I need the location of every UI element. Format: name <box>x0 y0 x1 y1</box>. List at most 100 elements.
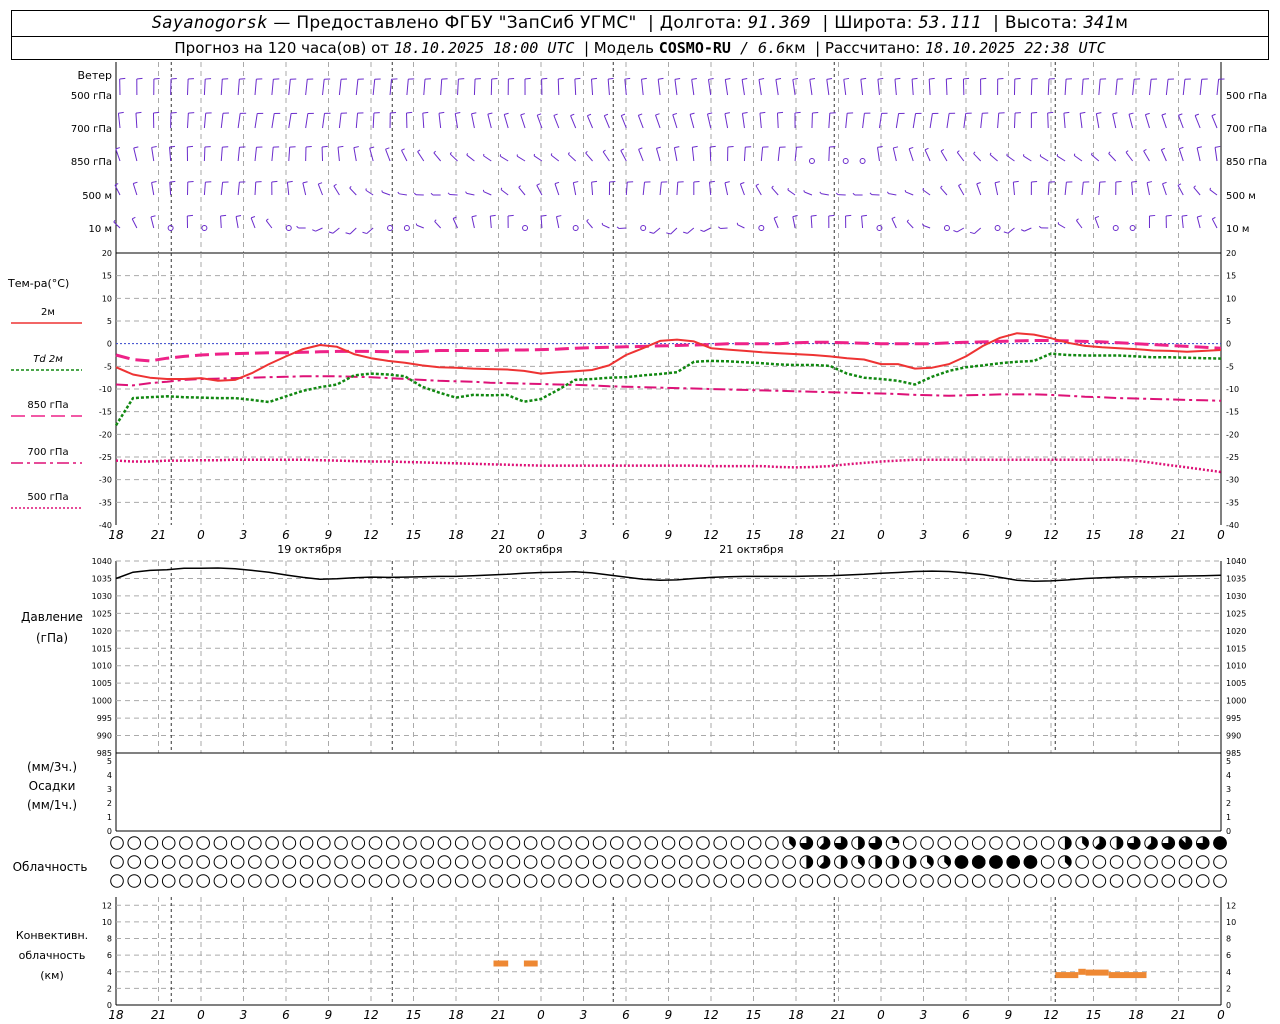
wind-barb-shaft <box>657 79 661 96</box>
wind-barb-flag <box>691 77 697 80</box>
wind-barb-shaft <box>203 147 206 162</box>
wind-barb-shaft <box>553 115 560 129</box>
wind-barb-flag <box>1166 214 1172 217</box>
wind-barb-shaft <box>135 113 138 129</box>
cloud-cover-circle-icon <box>592 874 607 888</box>
cloud-cover-circle-icon <box>127 874 142 888</box>
wind-barb-shaft <box>659 182 662 196</box>
wind-barb-shaft <box>653 227 661 234</box>
cloud-circle <box>747 836 762 850</box>
pressure-tick-label-right: 990 <box>1226 732 1241 741</box>
cloud-cover-circle-icon <box>523 836 538 850</box>
cloud-circle <box>368 874 383 888</box>
wind-barb-shaft <box>843 79 847 96</box>
time-tick-label: 18 <box>788 528 804 542</box>
cloud-circle <box>472 874 486 888</box>
wind-barb-flag <box>809 77 816 80</box>
pressure-tick-label-right: 1030 <box>1226 592 1246 601</box>
cloud-cover-circle-icon <box>127 855 142 869</box>
wind-barb-flag <box>759 111 766 114</box>
wind-barb-shaft <box>466 154 475 162</box>
cloud-panel: Облачность <box>13 836 1227 888</box>
time-tick-label: 21 <box>1171 528 1186 542</box>
cloud-circle <box>1109 855 1124 869</box>
wind-barb-shaft <box>792 79 796 96</box>
cloud-cover-circle-icon <box>678 855 693 869</box>
cloud-cover-circle-icon <box>558 836 572 850</box>
wind-barb-flag <box>312 229 316 232</box>
wind-barb-flag <box>649 231 654 234</box>
wind-barb-flag <box>819 191 822 194</box>
cloud-circle <box>454 855 469 869</box>
wind-barb-shaft <box>759 113 762 129</box>
cloud-cover-circle-icon <box>1195 874 1210 888</box>
wind-barb-flag <box>471 215 477 218</box>
cloud-circle <box>609 855 624 869</box>
wind-calm-icon <box>1112 225 1119 231</box>
convective-tick-label-right: 12 <box>1226 901 1236 910</box>
cloud-cover-circle-icon <box>971 836 986 850</box>
cloud-cover-circle-icon <box>920 836 934 850</box>
cloud-circle <box>730 874 745 888</box>
cloud-circle <box>385 855 400 869</box>
cloud-circle <box>1127 874 1141 888</box>
cloud-circle <box>1109 874 1124 888</box>
cloud-cover-circle-icon <box>575 836 590 850</box>
wind-barb-shaft <box>422 113 425 129</box>
cloud-cover-circle-icon <box>782 874 796 888</box>
wind-barb-flag <box>609 180 616 183</box>
wind-barb-shaft <box>773 217 779 229</box>
convective-tick-label: 8 <box>107 935 112 944</box>
wind-barb-flag <box>771 185 774 189</box>
precipitation-panel: 5 5 4 4 3 3 2 2 1 1 0 0 (мм/3ч.) Осадки (мм/1ч.) <box>27 752 1231 836</box>
wind-barb-flag <box>710 145 716 148</box>
wind-barb-flag <box>725 78 731 80</box>
temperature-tick-label: -35 <box>99 498 112 507</box>
wind-barb-flag <box>151 145 157 148</box>
temperature-tick-label-right: 15 <box>1226 272 1236 281</box>
time-tick-label: 12 <box>703 528 718 542</box>
cloud-circle <box>989 874 1003 888</box>
wind-barb-shaft <box>466 192 475 196</box>
cloud-cover-circle-icon <box>317 874 331 888</box>
wind-barb-flag <box>265 218 269 221</box>
wind-calm-icon <box>758 225 765 231</box>
wind-barb-flag <box>500 187 503 190</box>
wind-barb-shaft <box>642 182 646 196</box>
cloud-circle <box>661 874 676 888</box>
pressure-tick-label: 1015 <box>92 644 112 653</box>
cloud-fill <box>840 855 848 869</box>
cloud-cover-circle-icon <box>368 874 383 888</box>
wind-barb-shaft <box>169 182 172 196</box>
wind-barb-flag <box>742 111 748 114</box>
cloud-cover-circle-icon <box>816 874 831 888</box>
wind-barb-flag <box>318 182 323 185</box>
cloud-cover-circle-icon <box>834 874 848 888</box>
cloud-circle <box>368 836 383 850</box>
precip-tick-label: 1 <box>107 813 112 822</box>
wind-barb-shaft <box>820 193 829 196</box>
wind-barb-shaft <box>237 147 241 162</box>
time-tick-label: 15 <box>406 528 421 542</box>
cloud-cover-circle-icon <box>161 836 176 850</box>
cloud-circle <box>1161 855 1176 869</box>
wind-barb-shaft <box>1161 114 1167 129</box>
wind-barb-shaft <box>670 227 678 235</box>
wind-barb-flag <box>504 112 509 115</box>
wind-barb-flag <box>787 188 789 191</box>
cloud-circle <box>420 874 435 888</box>
wind-barb-flag <box>1031 111 1038 114</box>
cloud-cover-circle-icon <box>351 836 366 850</box>
wind-barb-flag <box>742 78 748 80</box>
cloud-circle <box>782 874 796 888</box>
day-label: 21 октября <box>719 543 783 556</box>
wind-barb-flag <box>638 147 643 150</box>
wind-barb-shaft <box>1098 79 1101 96</box>
cloud-circle <box>437 874 452 888</box>
cloud-cover-circle-icon <box>730 855 745 869</box>
wind-barb-shaft <box>1214 147 1218 162</box>
cloud-circle <box>437 855 452 869</box>
wind-barb-flag <box>541 214 547 217</box>
cloud-circle <box>1092 874 1107 888</box>
temperature-tick-label-right: 10 <box>1226 294 1236 303</box>
